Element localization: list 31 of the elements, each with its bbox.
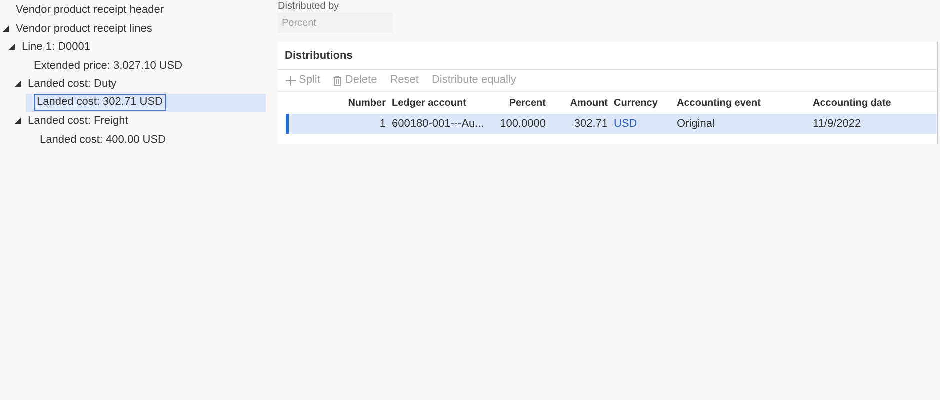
table-cell: 100.0000 — [500, 118, 546, 130]
table-cell: Original — [677, 118, 715, 130]
section-title: Distributions — [285, 48, 353, 64]
table-row[interactable]: 1 600180-001---Au... 100.0000 302.71 USD Original 11/9/2022 — [286, 114, 937, 134]
table-cell: 302.71 — [574, 118, 608, 130]
column-header[interactable]: Accounting event — [677, 98, 761, 108]
expanded-triangle-icon[interactable] — [15, 81, 21, 88]
expanded-triangle-icon[interactable] — [3, 26, 9, 32]
column-header[interactable]: Currency — [614, 98, 658, 108]
currency-link[interactable]: USD — [614, 118, 638, 130]
tree-item[interactable]: Vendor product receipt lines — [16, 20, 152, 37]
trash-icon — [333, 76, 342, 86]
tree-item[interactable]: Extended price: 3,027.10 USD — [34, 58, 183, 74]
tree-item[interactable]: Vendor product receipt header — [16, 2, 164, 18]
column-header[interactable]: Amount — [570, 98, 608, 108]
column-header[interactable]: Accounting date — [813, 98, 892, 108]
tree-item[interactable]: Landed cost: Duty — [28, 76, 117, 92]
tree-item[interactable]: Landed cost: 302.71 USD — [34, 94, 166, 112]
tree-item[interactable]: Landed cost: 400.00 USD — [40, 132, 166, 148]
tree-item[interactable]: Landed cost: Freight — [28, 113, 128, 130]
table-cell: 600180-001---Au... — [392, 118, 484, 130]
field-label: Distributed by — [278, 1, 340, 12]
column-header[interactable]: Number — [348, 98, 386, 108]
tree-item[interactable]: Line 1: D0001 — [22, 39, 90, 56]
table-cell: 11/9/2022 — [813, 118, 862, 130]
expanded-triangle-icon[interactable] — [15, 118, 21, 124]
column-header[interactable]: Percent — [509, 98, 546, 108]
table-cell: 1 — [380, 118, 386, 130]
plus-icon — [286, 76, 296, 86]
column-header[interactable]: Ledger account — [392, 98, 466, 108]
expanded-triangle-icon[interactable] — [9, 44, 15, 50]
